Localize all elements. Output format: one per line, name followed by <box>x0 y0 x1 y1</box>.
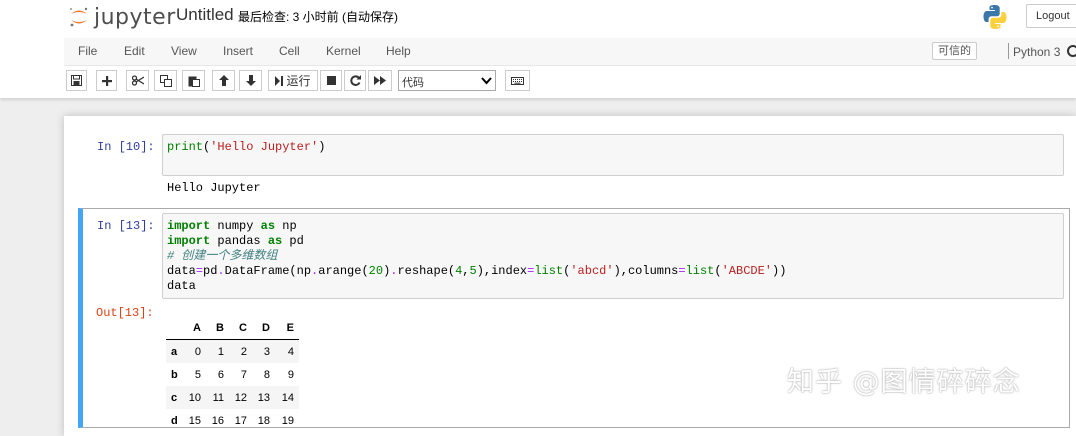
save-button[interactable] <box>66 70 87 91</box>
stop-icon <box>326 76 336 85</box>
python-logo-icon <box>983 5 1007 30</box>
cell2-out-prompt: Out[13]: <box>96 306 154 320</box>
row-index: d <box>171 414 178 427</box>
code-line-4: data=pd.DataFrame(np.arange(20).reshape(… <box>167 264 787 278</box>
cell1-output: Hello Jupyter <box>167 181 261 195</box>
menu-insert[interactable]: Insert <box>223 44 253 58</box>
table-cell: 4 <box>287 345 294 358</box>
column-header: C <box>224 316 247 340</box>
table-cell: 11 <box>212 391 224 404</box>
menu-cell[interactable]: Cell <box>279 44 300 58</box>
paste-icon <box>188 76 200 87</box>
code-line-3: # 创建一个多维数组 <box>167 249 278 263</box>
row-index: a <box>171 345 178 358</box>
kernel-name[interactable]: Python 3 <box>1013 45 1060 59</box>
menu-help[interactable]: Help <box>386 44 411 58</box>
table-row: d 15 16 17 18 19 <box>166 409 299 432</box>
header: jupyter Untitled 最后检查: 3 小时前 (自动保存) Logo… <box>0 0 1076 98</box>
cell1-code-line: print('Hello Jupyter') <box>167 140 326 154</box>
run-button[interactable]: 运行 <box>268 70 318 91</box>
table-cell: 17 <box>234 414 247 427</box>
run-icon <box>275 75 284 86</box>
table-cell: 12 <box>234 391 247 404</box>
kernel-idle-icon <box>1067 45 1076 57</box>
move-down-button[interactable] <box>239 70 262 91</box>
cell2-code: import numpy as np import pandas as pd # 创… <box>167 219 786 294</box>
table-cell: 8 <box>263 368 270 381</box>
table-cell: 18 <box>257 414 270 427</box>
cell2-in-prompt: In [13]: <box>97 219 155 233</box>
table-cell: 6 <box>217 368 224 381</box>
menu-edit[interactable]: Edit <box>124 44 145 58</box>
restart-run-all-button[interactable] <box>368 70 392 91</box>
column-header: E <box>270 316 299 340</box>
table-row: c 10 11 12 13 14 <box>166 386 299 409</box>
arrow-up-icon <box>218 75 229 86</box>
watermark: 知乎 @图情碎碎念 <box>787 367 1021 398</box>
jupyter-logo-icon <box>70 7 88 27</box>
table-cell: 3 <box>263 345 270 358</box>
copy-button[interactable] <box>154 70 177 91</box>
restart-button[interactable] <box>344 70 366 91</box>
keyboard-icon <box>511 76 524 85</box>
toolbar: 运行 代码 <box>0 68 1076 96</box>
column-header: B <box>201 316 224 340</box>
table-cell: 2 <box>240 345 247 358</box>
column-header: A <box>183 316 201 340</box>
table-cell: 7 <box>240 368 247 381</box>
menu-file[interactable]: File <box>78 44 97 58</box>
index-header <box>166 316 183 340</box>
table-row: b 5 6 7 8 9 <box>166 363 299 386</box>
plus-icon <box>101 75 112 86</box>
kernel-separator <box>1008 43 1009 59</box>
menu-kernel[interactable]: Kernel <box>326 44 361 58</box>
checkpoint-status: 最后检查: 3 小时前 (自动保存) <box>238 10 399 24</box>
table-cell: 15 <box>188 414 201 427</box>
row-index: b <box>171 368 178 381</box>
paste-button[interactable] <box>182 70 205 91</box>
dataframe-table: A B C D E a 0 1 2 3 4 b 5 6 7 8 9 c 10 1… <box>166 316 299 432</box>
code-line-1: import numpy as np <box>167 219 297 233</box>
insert-cell-button[interactable] <box>96 70 117 91</box>
code-line-2: import pandas as pd <box>167 234 304 248</box>
table-cell: 9 <box>287 368 294 381</box>
cell-type-select[interactable]: 代码 <box>398 70 496 91</box>
copy-icon <box>159 74 172 87</box>
cell1-in-prompt: In [10]: <box>97 140 155 154</box>
dataframe-output: A B C D E a 0 1 2 3 4 b 5 6 7 8 9 c 10 1… <box>166 316 299 432</box>
arrow-down-icon <box>245 75 256 86</box>
cell2-code-input[interactable]: import numpy as np import pandas as pd # 创… <box>162 213 1064 299</box>
table-cell: 10 <box>188 391 201 404</box>
column-header: D <box>247 316 270 340</box>
fast-forward-icon <box>374 76 386 85</box>
move-up-button[interactable] <box>212 70 235 91</box>
cut-button[interactable] <box>126 70 149 91</box>
menu-view[interactable]: View <box>171 44 197 58</box>
logout-button[interactable]: Logout <box>1026 4 1076 28</box>
cell-type-value: 代码 <box>402 77 424 89</box>
cut-icon <box>131 75 144 86</box>
run-label: 运行 <box>286 74 311 88</box>
table-cell: 19 <box>281 414 294 427</box>
cell1-code-input[interactable]: print('Hello Jupyter') <box>162 134 1064 176</box>
table-cell: 5 <box>194 368 201 381</box>
table-cell: 1 <box>217 345 224 358</box>
row-index: c <box>171 391 178 404</box>
restart-icon <box>349 75 361 86</box>
trusted-indicator[interactable]: 可信的 <box>932 42 977 60</box>
logo-text: jupyter <box>94 5 176 30</box>
table-cell: 16 <box>211 414 224 427</box>
interrupt-button[interactable] <box>320 70 342 91</box>
chevron-down-icon <box>481 77 492 85</box>
notebook-name[interactable]: Untitled <box>176 5 234 25</box>
code-line-5: data <box>167 279 196 293</box>
table-cell: 13 <box>257 391 270 404</box>
menubar: File Edit View Insert Cell Kernel Help <box>64 38 1076 66</box>
table-header-row: A B C D E <box>166 316 299 340</box>
save-icon <box>71 75 82 86</box>
table-cell: 0 <box>194 345 201 358</box>
table-row: a 0 1 2 3 4 <box>166 339 299 363</box>
command-palette-button[interactable] <box>505 70 530 91</box>
table-cell: 14 <box>281 391 294 404</box>
